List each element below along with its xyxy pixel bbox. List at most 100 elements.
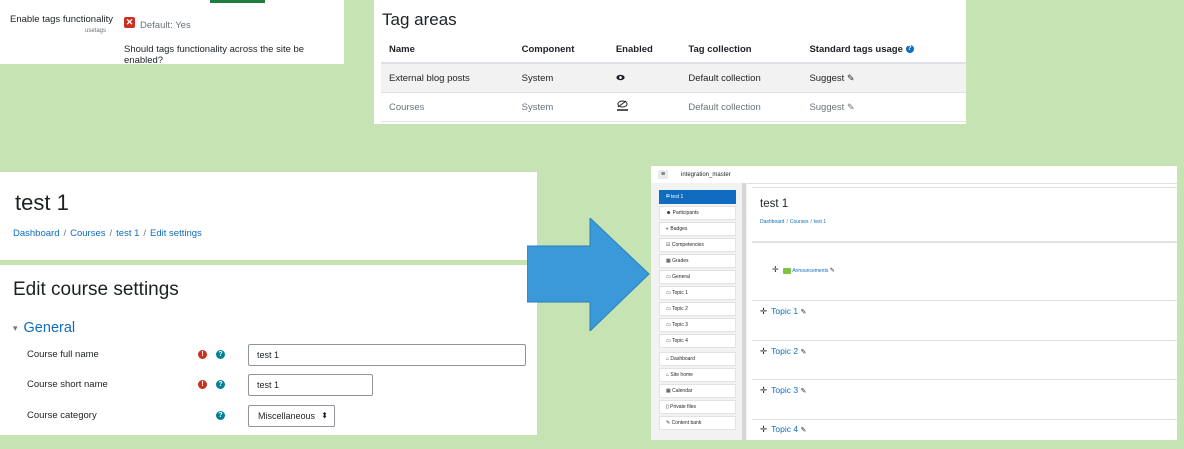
pencil-icon[interactable]: ✎ (800, 309, 806, 316)
row-name: External blog posts (381, 63, 514, 93)
field-label: Course short name (27, 379, 108, 390)
course-category-select[interactable]: Miscellaneous ⬍ (248, 405, 335, 427)
course-full-name-input[interactable] (248, 344, 526, 366)
breadcrumb-item[interactable]: Dashboard (760, 219, 784, 225)
course-content: ✛ Announcements ✎ ✛ Topic 1 ✎ ✛ Topic 2 ✎ … (752, 242, 1177, 440)
help-icon[interactable]: ? (216, 350, 225, 359)
menu-icon[interactable]: ≡ (658, 170, 668, 179)
nav-item[interactable]: ☑ Competencies (659, 238, 736, 252)
breadcrumb-item[interactable]: test 1 (116, 228, 139, 239)
nav-item[interactable]: ▭ General (659, 270, 736, 284)
nav-item[interactable]: ▦ Calendar (659, 384, 736, 398)
tag-areas-panel: Tag areas Name Component Enabled Tag col… (374, 0, 966, 124)
form-row-shortname: Course short name ! ? (0, 374, 537, 398)
course-short-name-input[interactable] (248, 374, 373, 396)
section-general[interactable]: ▾ General (13, 320, 75, 336)
row-name: Courses (381, 92, 514, 122)
field-label: Course category (27, 410, 97, 421)
announcements-link[interactable]: Announcements (792, 268, 828, 274)
breadcrumb-item[interactable]: test 1 (814, 219, 826, 225)
form-row-category: Course category ? Miscellaneous ⬍ (0, 405, 537, 429)
row-component: System (513, 92, 608, 122)
nav-item[interactable]: ⌂ Dashboard (659, 352, 736, 366)
nav-item[interactable]: ▯ Private files (659, 400, 736, 414)
disabled-checkbox-icon[interactable]: ✕ (124, 17, 135, 28)
column-header: Tag collection (680, 36, 802, 64)
column-header: Enabled (607, 36, 681, 64)
nav-item[interactable]: ▭ Topic 2 (659, 302, 736, 316)
move-icon[interactable]: ✛ (760, 424, 767, 434)
setting-default: Default: Yes (140, 20, 191, 31)
help-icon[interactable]: ? (216, 380, 225, 389)
pencil-icon[interactable]: ✎ (847, 73, 855, 83)
divider (752, 300, 1177, 301)
pencil-icon[interactable]: ✎ (800, 388, 806, 395)
divider (752, 379, 1177, 380)
divider (752, 419, 1177, 420)
breadcrumb-item[interactable]: Courses (790, 219, 809, 225)
course-header-panel: test 1 Dashboard / Courses / test 1/Edit set… (0, 172, 537, 260)
field-label: Course full name (27, 349, 99, 360)
site-name[interactable]: integration_master (681, 172, 731, 178)
row-component: System (513, 63, 608, 93)
topic-section[interactable]: ✛ Topic 1 ✎ (760, 306, 1177, 317)
breadcrumb-item[interactable]: Edit settings (150, 228, 202, 239)
edit-course-form: Edit course settings ▾ General Course ful… (0, 265, 537, 435)
help-icon[interactable]: ? (216, 411, 225, 420)
announcements-activity[interactable]: ✛ Announcements ✎ (772, 265, 835, 274)
move-icon[interactable]: ✛ (760, 346, 767, 356)
row-collection[interactable]: Default collection (680, 92, 802, 122)
right-arrow-icon (527, 218, 650, 331)
nav-drawer: ⛿ test 1 ☻ Participants ◐ Badges ☑ Compe… (651, 183, 747, 440)
form-row-fullname: Course full name ! ? (0, 344, 537, 368)
pencil-icon[interactable]: ✎ (830, 268, 835, 274)
row-usage[interactable]: Suggest ✎ (801, 92, 966, 122)
help-icon[interactable]: ? (905, 44, 914, 53)
breadcrumb: Dashboard / Courses / test 1/Edit settings (13, 228, 202, 239)
move-icon[interactable]: ✛ (760, 306, 767, 316)
tag-areas-table: Name Component Enabled Tag collection St… (381, 36, 966, 122)
nav-item[interactable]: ◐ Badges (659, 222, 736, 236)
topic-section[interactable]: ✛ Topic 3 ✎ (760, 385, 1177, 396)
nav-item[interactable]: ✎ Content bank (659, 416, 736, 430)
nav-item[interactable]: ▭ Topic 1 (659, 286, 736, 300)
nav-item[interactable]: ⌂ Site home (659, 368, 736, 382)
divider (752, 340, 1177, 341)
forum-icon (783, 267, 792, 274)
topic-section[interactable]: ✛ Topic 4 ✎ (760, 424, 1177, 435)
setting-label: Enable tags functionality (10, 14, 113, 25)
row-usage[interactable]: Suggest ✎ (801, 63, 966, 93)
nav-item[interactable]: ▦ Grades (659, 254, 736, 268)
pencil-icon[interactable]: ✎ (800, 349, 806, 356)
nav-item[interactable]: ⛿ test 1 (659, 190, 736, 204)
tags-setting-panel: Enable tags functionality usetags ✕ Defa… (0, 0, 344, 66)
table-row: External blog posts System Default colle… (381, 63, 966, 93)
column-header: Standard tags usage ? (801, 36, 966, 64)
column-header: Name (381, 36, 514, 64)
pencil-icon[interactable]: ✎ (847, 102, 855, 112)
navbar: ≡ integration_master (651, 166, 1177, 184)
table-row: Courses System Default collection Sugges… (381, 92, 966, 122)
row-collection[interactable]: Default collection (680, 63, 802, 93)
eye-slash-icon[interactable] (607, 92, 681, 122)
breadcrumb-item[interactable]: Courses (70, 228, 105, 239)
nav-item[interactable]: ▭ Topic 3 (659, 318, 736, 332)
breadcrumb: Dashboard / Courses / test 1 (760, 219, 827, 225)
breadcrumb-item[interactable]: Dashboard (13, 228, 59, 239)
move-icon[interactable]: ✛ (772, 265, 779, 274)
nav-item[interactable]: ▭ Topic 4 (659, 334, 736, 348)
scrollbar[interactable] (742, 183, 746, 440)
course-title: test 1 (760, 198, 789, 210)
page-title: test 1 (15, 190, 69, 215)
required-icon: ! (198, 380, 207, 389)
course-page-header: test 1 Dashboard / Courses / test 1 (752, 187, 1177, 242)
tag-areas-title: Tag areas (382, 10, 457, 29)
eye-icon[interactable] (607, 63, 681, 93)
setting-name: usetags (84, 28, 106, 34)
topic-section[interactable]: ✛ Topic 2 ✎ (760, 346, 1177, 357)
nav-item[interactable]: ☻ Participants (659, 206, 736, 220)
form-title: Edit course settings (13, 279, 179, 300)
pencil-icon[interactable]: ✎ (800, 427, 806, 434)
required-icon: ! (198, 350, 207, 359)
move-icon[interactable]: ✛ (760, 385, 767, 395)
